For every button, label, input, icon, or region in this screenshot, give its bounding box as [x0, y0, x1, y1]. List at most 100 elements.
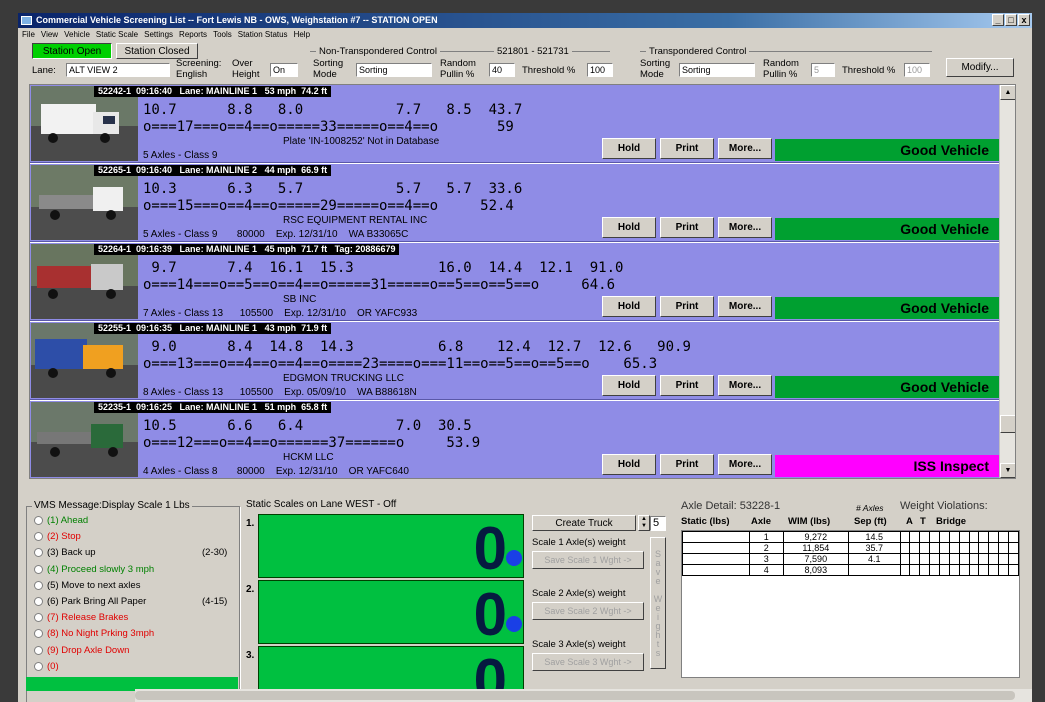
radio-circle-icon[interactable]: [34, 564, 43, 574]
vms-option[interactable]: (7) Release Brakes: [34, 612, 234, 623]
maximize-button[interactable]: □: [1005, 14, 1017, 26]
radio-circle-icon[interactable]: [34, 645, 43, 655]
lane-field[interactable]: ALT VIEW 2: [66, 63, 170, 77]
axle-cell: [929, 564, 940, 576]
vms-option[interactable]: (9) Drop Axle Down: [34, 645, 234, 656]
save-scale-3-button[interactable]: Save Scale 3 Wght ->: [532, 653, 644, 671]
more-button[interactable]: More...: [718, 138, 772, 159]
hold-button[interactable]: Hold: [602, 138, 656, 159]
vms-option[interactable]: (6) Park Bring All Paper (4-15): [34, 596, 234, 607]
axle-cell: [899, 531, 911, 543]
axle-cell: [909, 542, 921, 554]
minimize-button[interactable]: _: [992, 14, 1004, 26]
transpondered-group-title: Transpondered Control: [646, 46, 750, 57]
scale-2-indicator: [506, 616, 522, 632]
hold-button[interactable]: Hold: [602, 217, 656, 238]
save-scale-2-button[interactable]: Save Scale 2 Wght ->: [532, 602, 644, 620]
axle-spacing: o===17===o==4==o=====33=====o==4==o 59: [143, 119, 514, 135]
more-button[interactable]: More...: [718, 375, 772, 396]
print-button[interactable]: Print: [660, 138, 714, 159]
menu-station-status[interactable]: Station Status: [238, 28, 288, 41]
scroll-up-arrow-icon[interactable]: ▲: [1000, 85, 1015, 100]
station-closed-button[interactable]: Station Closed: [116, 43, 198, 59]
menu-file[interactable]: File: [22, 28, 35, 41]
t-threshold-field[interactable]: 100: [904, 63, 930, 77]
save-scale-1-button[interactable]: Save Scale 1 Wght ->: [532, 551, 644, 569]
vms-option[interactable]: (8) No Night Prking 3mph: [34, 628, 234, 639]
vehicle-row[interactable]: 52242-1 09:16:40 Lane: MAINLINE 1 53 mph…: [30, 85, 1015, 163]
random-pullin-field[interactable]: 40: [489, 63, 515, 77]
over-height-field[interactable]: On: [270, 63, 298, 77]
horizontal-scroll-thumb[interactable]: [135, 691, 1015, 700]
save-weights-button[interactable]: Save Weights: [650, 537, 666, 669]
close-button[interactable]: x: [1018, 14, 1030, 26]
axle-cell: [1007, 553, 1020, 565]
vehicle-row[interactable]: 52264-1 09:16:39 Lane: MAINLINE 1 45 mph…: [30, 243, 1015, 321]
station-open-button[interactable]: Station Open: [32, 43, 112, 59]
axle-count-field[interactable]: 5: [650, 516, 666, 531]
threshold-field[interactable]: 100: [587, 63, 613, 77]
axle-row[interactable]: 4 8,093: [681, 564, 1020, 576]
radio-circle-icon[interactable]: [34, 532, 43, 542]
radio-circle-icon[interactable]: [34, 613, 43, 623]
radio-circle-icon[interactable]: [34, 580, 43, 590]
print-button[interactable]: Print: [660, 375, 714, 396]
hold-button[interactable]: Hold: [602, 296, 656, 317]
radio-circle-icon[interactable]: [34, 516, 43, 525]
vehicle-row[interactable]: 52265-1 09:16:40 Lane: MAINLINE 2 44 mph…: [30, 164, 1015, 242]
radio-circle-icon[interactable]: [34, 661, 43, 671]
t-sorting-mode-field[interactable]: Sorting: [679, 63, 755, 77]
create-truck-button[interactable]: Create Truck: [532, 515, 636, 531]
axle-detail-grid[interactable]: 1 9,272 14.5 2 11,854 35.7 3 7,590 4.1 4 8,093: [681, 530, 1020, 678]
axle-spacing: o===13===o==4==o==4==o====23====o===11==…: [143, 356, 658, 372]
menu-reports[interactable]: Reports: [179, 28, 207, 41]
axle-cell: [998, 542, 1009, 554]
truck-photo: [31, 323, 138, 398]
vms-option[interactable]: (1) Ahead: [34, 515, 234, 526]
radio-circle-icon[interactable]: [34, 548, 43, 558]
vms-option[interactable]: (2) Stop: [34, 531, 234, 542]
print-button[interactable]: Print: [660, 217, 714, 238]
vehicle-list-scrollbar[interactable]: ▲ ▼: [999, 85, 1015, 478]
axle-row[interactable]: 2 11,854 35.7: [681, 542, 1020, 554]
more-button[interactable]: More...: [718, 296, 772, 317]
sorting-mode-field[interactable]: Sorting: [356, 63, 432, 77]
axle-spacing: o===14===o==5==o==4==o=====31=====o==5==…: [143, 277, 616, 293]
menu-tools[interactable]: Tools: [213, 28, 232, 41]
hold-button[interactable]: Hold: [602, 375, 656, 396]
axle-cell: [988, 531, 1000, 543]
print-button[interactable]: Print: [660, 296, 714, 317]
hold-button[interactable]: Hold: [602, 454, 656, 475]
t-random-pullin-field[interactable]: 5: [811, 63, 835, 77]
bottom-panel: VMS Message:Display Scale 1 Lbs (1) Ahea…: [18, 495, 1032, 702]
random-pullin-label-2: Pullin %: [440, 69, 475, 80]
more-button[interactable]: More...: [718, 454, 772, 475]
vms-option[interactable]: (4) Proceed slowly 3 mph: [34, 564, 234, 575]
scroll-thumb[interactable]: [1000, 415, 1015, 433]
radio-circle-icon[interactable]: [34, 597, 43, 606]
horizontal-scrollbar[interactable]: [135, 689, 1032, 702]
axle-count-spinner-icon[interactable]: ▲ ▼: [638, 515, 650, 531]
axle-row[interactable]: 1 9,272 14.5: [681, 531, 1020, 543]
axle-cell: [919, 553, 931, 565]
axle-row[interactable]: 3 7,590 4.1: [681, 553, 1020, 565]
more-button[interactable]: More...: [718, 217, 772, 238]
vms-option[interactable]: (0): [34, 661, 234, 672]
vehicle-row[interactable]: 52255-1 09:16:35 Lane: MAINLINE 1 43 mph…: [30, 322, 1015, 400]
radio-circle-icon[interactable]: [34, 629, 43, 639]
menu-settings[interactable]: Settings: [144, 28, 173, 41]
menu-help[interactable]: Help: [294, 28, 310, 41]
vehicle-list[interactable]: 52242-1 09:16:40 Lane: MAINLINE 1 53 mph…: [29, 84, 1016, 479]
scroll-down-arrow-icon[interactable]: ▼: [1000, 463, 1015, 478]
menu-view[interactable]: View: [41, 28, 58, 41]
vms-option[interactable]: (5) Move to next axles: [34, 580, 234, 591]
print-button[interactable]: Print: [660, 454, 714, 475]
random-pullin-label: Random: [440, 58, 476, 69]
menu-static-scale[interactable]: Static Scale: [96, 28, 138, 41]
vehicle-row[interactable]: 52235-1 09:16:25 Lane: MAINLINE 1 51 mph…: [30, 401, 1015, 478]
axle-cell: [681, 553, 751, 565]
vms-option[interactable]: (3) Back up (2-30): [34, 547, 234, 558]
modify-button[interactable]: Modify...: [946, 58, 1014, 77]
menu-vehicle[interactable]: Vehicle: [64, 28, 90, 41]
axle-cell: [919, 542, 931, 554]
